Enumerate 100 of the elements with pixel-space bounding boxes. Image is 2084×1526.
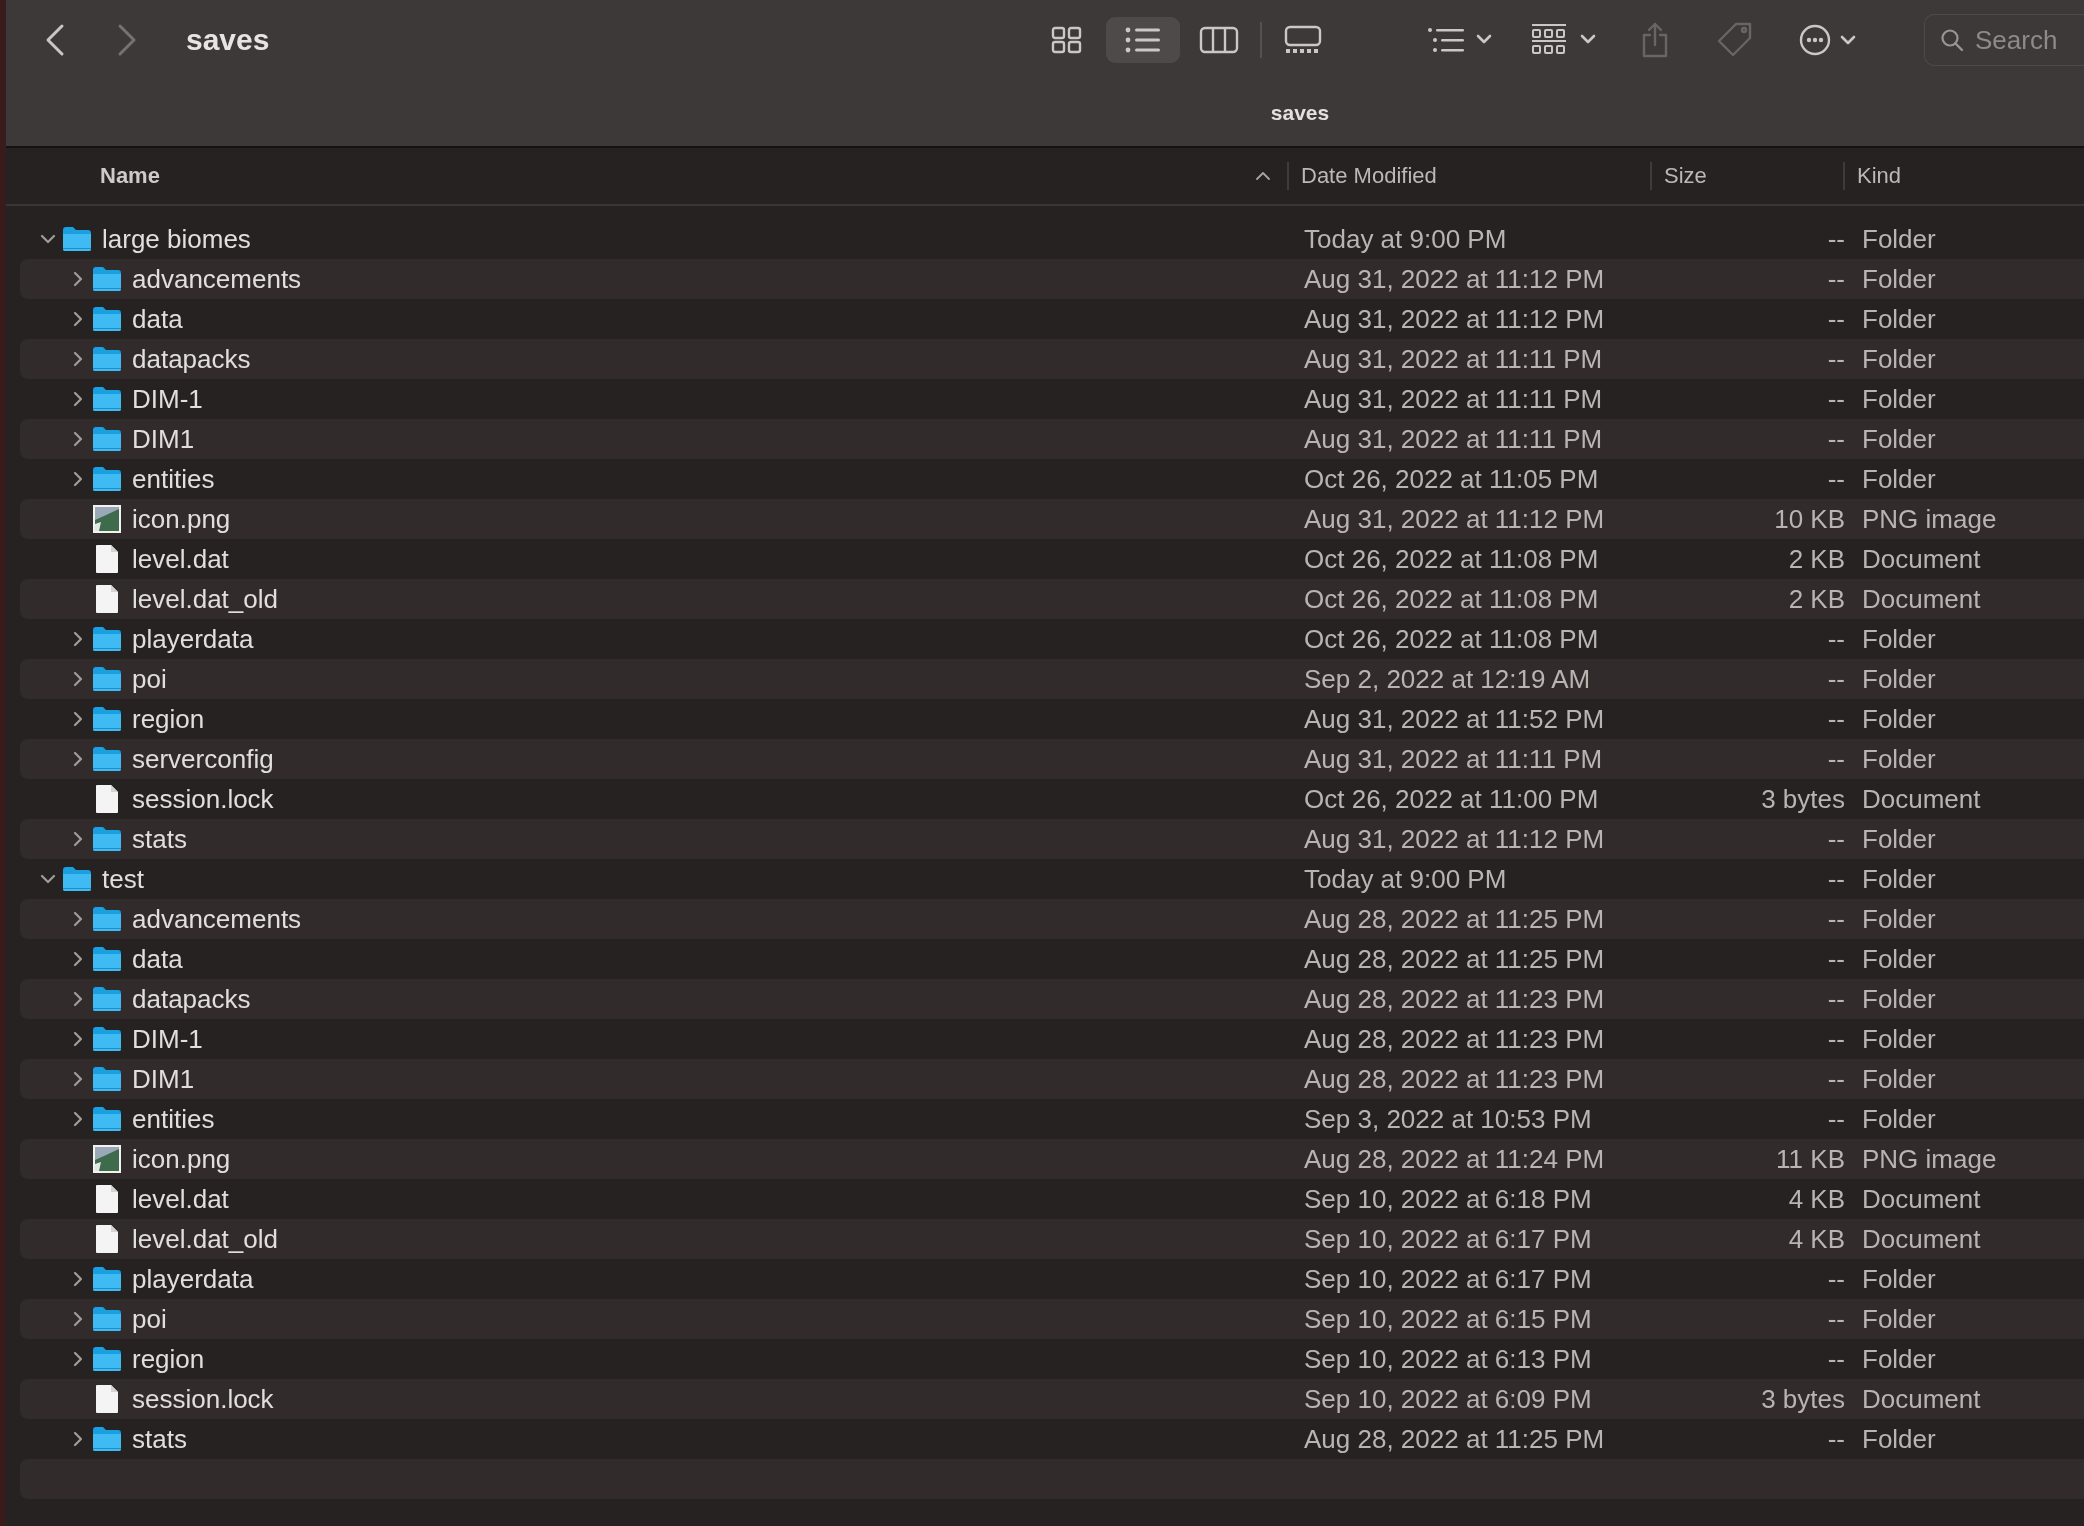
- file-name: large biomes: [102, 223, 251, 255]
- file-size: --: [1827, 1103, 1845, 1134]
- file-row[interactable]: DIM1 Aug 28, 2022 at 11:23 PM -- Folder: [20, 1059, 2084, 1099]
- file-row[interactable]: level.dat_old Sep 10, 2022 at 6:17 PM 4 KB Document: [20, 1219, 2084, 1259]
- file-kind: Folder: [1862, 1423, 1936, 1454]
- folder-icon: [92, 826, 122, 852]
- file-row[interactable]: playerdata Sep 10, 2022 at 6:17 PM -- Folder: [20, 1259, 2084, 1299]
- file-row[interactable]: icon.png Aug 31, 2022 at 11:12 PM 10 KB PNG image: [20, 499, 2084, 539]
- date-modified: Oct 26, 2022 at 11:08 PM: [1304, 543, 1599, 574]
- file-kind: PNG image: [1862, 503, 1997, 534]
- date-modified: Oct 26, 2022 at 11:08 PM: [1304, 583, 1599, 614]
- file-row[interactable]: advancements Aug 28, 2022 at 11:25 PM -- Folder: [20, 899, 2084, 939]
- file-size: --: [1827, 823, 1845, 854]
- file-size: --: [1827, 1263, 1845, 1294]
- file-row[interactable]: datapacks Aug 31, 2022 at 11:11 PM -- Folder: [20, 339, 2084, 379]
- file-row[interactable]: data Aug 28, 2022 at 11:25 PM -- Folder: [20, 939, 2084, 979]
- file-name: data: [132, 943, 183, 975]
- file-name: stats: [132, 823, 187, 855]
- folder-icon: [92, 1106, 122, 1132]
- chevron-right-icon: [116, 23, 138, 57]
- file-kind: Folder: [1862, 303, 1936, 334]
- column-header[interactable]: Name: [6, 162, 1287, 190]
- file-kind: Folder: [1862, 1023, 1936, 1054]
- file-row[interactable]: poi Sep 10, 2022 at 6:15 PM -- Folder: [20, 1299, 2084, 1339]
- file-name: level.dat_old: [132, 1223, 278, 1255]
- file-name: region: [132, 1343, 205, 1375]
- file-kind: Folder: [1862, 743, 1936, 774]
- date-modified: Oct 26, 2022 at 11:08 PM: [1304, 623, 1599, 654]
- folder-icon: [92, 466, 122, 492]
- file-name: level.dat: [132, 543, 229, 575]
- file-kind: Document: [1862, 1383, 1981, 1414]
- file-row[interactable]: stats Aug 31, 2022 at 11:12 PM -- Folder: [20, 819, 2084, 859]
- file-name: level.dat_old: [132, 583, 278, 615]
- date-modified: Aug 28, 2022 at 11:24 PM: [1304, 1143, 1605, 1174]
- folder-icon: [92, 946, 122, 972]
- file-size: --: [1827, 343, 1845, 374]
- file-name: stats: [132, 1423, 187, 1455]
- folder-icon: [92, 1306, 122, 1332]
- list-view-button[interactable]: [1106, 17, 1180, 63]
- column-header[interactable]: Kind: [1843, 162, 2084, 190]
- file-size: --: [1827, 263, 1845, 294]
- date-modified: Aug 31, 2022 at 11:52 PM: [1304, 703, 1605, 734]
- date-modified: Sep 10, 2022 at 6:17 PM: [1304, 1223, 1592, 1254]
- folder-icon: [92, 346, 122, 372]
- file-kind: Document: [1862, 1183, 1981, 1214]
- folder-icon: [92, 906, 122, 932]
- file-row[interactable]: entities Oct 26, 2022 at 11:05 PM -- Folder: [20, 459, 2084, 499]
- file-row[interactable]: DIM-1 Aug 31, 2022 at 11:11 PM -- Folder: [20, 379, 2084, 419]
- file-row[interactable]: advancements Aug 31, 2022 at 11:12 PM -- Folder: [20, 259, 2084, 299]
- file-kind: Folder: [1862, 663, 1936, 694]
- file-size: --: [1827, 983, 1845, 1014]
- file-row[interactable]: session.lock Sep 10, 2022 at 6:09 PM 3 bytes Document: [20, 1379, 2084, 1419]
- file-name: advancements: [132, 903, 302, 935]
- file-kind: Folder: [1862, 943, 1936, 974]
- file-kind: Folder: [1862, 263, 1936, 294]
- grid-icon: [1050, 25, 1084, 55]
- date-modified: Aug 28, 2022 at 11:23 PM: [1304, 1023, 1605, 1054]
- file-row[interactable]: poi Sep 2, 2022 at 12:19 AM -- Folder: [20, 659, 2084, 699]
- column-header[interactable]: Size: [1650, 162, 1843, 190]
- file-size: --: [1827, 703, 1845, 734]
- file-size: --: [1827, 1423, 1845, 1454]
- folder-icon: [92, 306, 122, 332]
- column-header[interactable]: Date Modified: [1287, 162, 1650, 190]
- file-row[interactable]: datapacks Aug 28, 2022 at 11:23 PM -- Folder: [20, 979, 2084, 1019]
- file-row[interactable]: data Aug 31, 2022 at 11:12 PM -- Folder: [20, 299, 2084, 339]
- file-kind: Folder: [1862, 1063, 1936, 1094]
- date-modified: Sep 10, 2022 at 6:17 PM: [1304, 1263, 1592, 1294]
- file-row[interactable]: stats Aug 28, 2022 at 11:25 PM -- Folder: [20, 1419, 2084, 1459]
- folder-icon: [92, 746, 122, 772]
- file-row[interactable]: level.dat_old Oct 26, 2022 at 11:08 PM 2 KB Document: [20, 579, 2084, 619]
- file-row[interactable]: DIM-1 Aug 28, 2022 at 11:23 PM -- Folder: [20, 1019, 2084, 1059]
- image-thumbnail-icon: [92, 1144, 122, 1174]
- file-row[interactable]: session.lock Oct 26, 2022 at 11:00 PM 3 bytes Document: [20, 779, 2084, 819]
- file-row[interactable]: level.dat Oct 26, 2022 at 11:08 PM 2 KB Document: [20, 539, 2084, 579]
- file-row[interactable]: large biomes Today at 9:00 PM -- Folder: [20, 219, 2084, 259]
- window-title: saves: [186, 23, 270, 57]
- file-name: level.dat: [132, 1183, 229, 1215]
- file-row[interactable]: entities Sep 3, 2022 at 10:53 PM -- Folder: [20, 1099, 2084, 1139]
- file-row[interactable]: region Aug 31, 2022 at 11:52 PM -- Folder: [20, 699, 2084, 739]
- file-size: 11 KB: [1776, 1143, 1845, 1174]
- file-kind: Document: [1862, 543, 1981, 574]
- search-field[interactable]: Search: [1924, 14, 2084, 66]
- folder-icon: [92, 986, 122, 1012]
- file-kind: Folder: [1862, 623, 1936, 654]
- file-row[interactable]: DIM1 Aug 31, 2022 at 11:11 PM -- Folder: [20, 419, 2084, 459]
- file-name: entities: [132, 1103, 215, 1135]
- file-row[interactable]: playerdata Oct 26, 2022 at 11:08 PM -- Folder: [20, 619, 2084, 659]
- file-size: 2 KB: [1788, 583, 1845, 614]
- file-size: 2 KB: [1788, 543, 1845, 574]
- file-row[interactable]: serverconfig Aug 31, 2022 at 11:11 PM -- Folder: [20, 739, 2084, 779]
- file-row[interactable]: icon.png Aug 28, 2022 at 11:24 PM 11 KB PNG image: [20, 1139, 2084, 1179]
- file-row[interactable]: region Sep 10, 2022 at 6:13 PM -- Folder: [20, 1339, 2084, 1379]
- file-name: advancements: [132, 263, 302, 295]
- file-row[interactable]: test Today at 9:00 PM -- Folder: [20, 859, 2084, 899]
- date-modified: Aug 31, 2022 at 11:12 PM: [1304, 503, 1605, 534]
- date-modified: Sep 10, 2022 at 6:18 PM: [1304, 1183, 1592, 1214]
- date-modified: Oct 26, 2022 at 11:00 PM: [1304, 783, 1599, 814]
- file-name: poi: [132, 1303, 167, 1335]
- file-name: datapacks: [132, 343, 251, 375]
- file-row[interactable]: level.dat Sep 10, 2022 at 6:18 PM 4 KB Document: [20, 1179, 2084, 1219]
